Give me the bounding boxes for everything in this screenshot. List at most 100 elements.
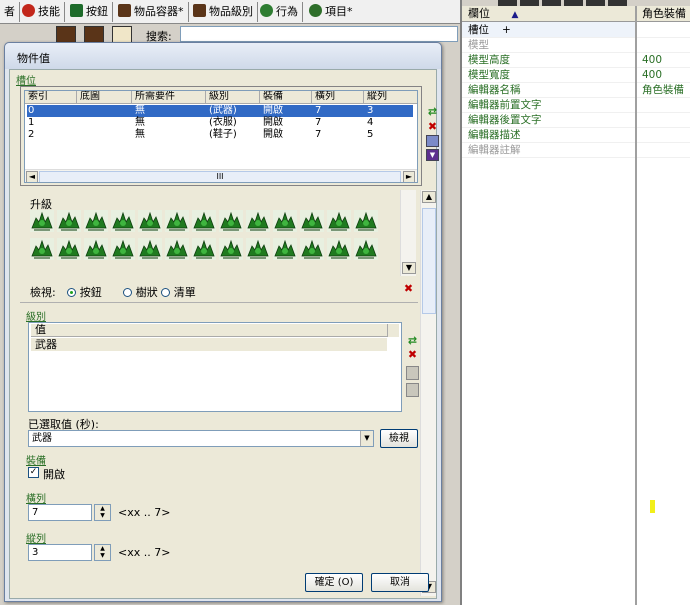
list-item[interactable]: 武器 [31, 338, 387, 351]
grid-cell[interactable]: 開啟 [263, 129, 283, 141]
clear-upgrade-icon[interactable]: ✖ [402, 283, 415, 296]
move-down-icon[interactable]: ▼ [426, 149, 439, 161]
scroll-up-icon[interactable]: ▲ [422, 191, 436, 203]
move-up-icon[interactable] [426, 135, 439, 147]
tab-buttons[interactable]: 按鈕 [66, 2, 113, 22]
value-column-header[interactable]: 角色裝備 [636, 6, 690, 22]
horizontal-scrollbar[interactable]: ◄ III ► [25, 169, 417, 182]
tab-units[interactable]: 者 [0, 2, 20, 22]
add-row-icon[interactable]: ⇄ [426, 106, 439, 119]
property-row[interactable]: 模型高度 400 [462, 53, 690, 68]
scroll-right-icon[interactable]: ► [403, 171, 415, 182]
dragon-upgrade-icon[interactable] [138, 238, 162, 260]
selected-value-combobox[interactable]: 武器 ▼ [28, 430, 374, 447]
delete-value-icon[interactable]: ✖ [406, 349, 419, 362]
column-header[interactable]: 索引 [25, 91, 77, 104]
grid-cell[interactable]: 開啟 [263, 117, 283, 129]
grid-cell[interactable]: (鞋子) [209, 129, 237, 141]
grid-cell[interactable]: (衣服) [209, 117, 237, 129]
upgrade-scrollbar[interactable]: ▼ [400, 190, 416, 276]
tab-behaviors[interactable]: 行為 [256, 2, 303, 22]
chevron-down-icon[interactable]: ▼ [360, 431, 373, 446]
view-button[interactable]: 檢視 [380, 429, 418, 448]
grid-cell[interactable]: 5 [367, 129, 373, 141]
grid-cell[interactable]: 開啟 [263, 105, 283, 117]
grid-cell[interactable]: 7 [315, 117, 321, 129]
move-down-icon[interactable] [406, 383, 419, 397]
grid-cell[interactable]: 無 [135, 129, 145, 141]
grid-cell[interactable]: 7 [315, 129, 321, 141]
dragon-upgrade-icon[interactable] [300, 238, 324, 260]
column-link[interactable]: 縱列 [26, 530, 46, 545]
dragon-upgrade-icon[interactable] [327, 238, 351, 260]
dragon-upgrade-icon[interactable] [273, 238, 297, 260]
list-header[interactable]: 值 [31, 324, 387, 337]
column-header[interactable]: 級別 [206, 91, 260, 104]
property-row[interactable]: 槽位 + [462, 23, 690, 38]
dragon-upgrade-icon[interactable] [246, 238, 270, 260]
class-link[interactable]: 級別 [26, 308, 46, 323]
search-input[interactable] [180, 26, 458, 42]
grid-cell[interactable]: (武器) [209, 105, 237, 117]
dragon-upgrade-icon[interactable] [57, 238, 81, 260]
dragon-upgrade-icon[interactable] [111, 210, 135, 232]
grid-cell[interactable]: 3 [367, 105, 373, 117]
dragon-upgrade-icon[interactable] [273, 210, 297, 232]
grid-cell[interactable]: 4 [367, 117, 373, 129]
property-row[interactable]: 編輯器描述 [462, 128, 690, 143]
move-up-icon[interactable] [406, 366, 419, 380]
scroll-down-icon[interactable]: ▼ [402, 262, 416, 274]
column-splitter[interactable] [635, 6, 637, 605]
grid-cell[interactable]: 無 [135, 117, 145, 129]
grid-cell[interactable]: 1 [28, 117, 34, 129]
tab-item-containers[interactable]: 物品容器* [114, 2, 189, 22]
column-header[interactable]: 底圖 [77, 91, 132, 104]
dragon-upgrade-icon[interactable] [84, 238, 108, 260]
column-spinner[interactable]: ▲ ▼ [94, 544, 111, 561]
tab-item-classes[interactable]: 物品級別 [189, 2, 258, 22]
dragon-upgrade-icon[interactable] [219, 210, 243, 232]
dragon-upgrade-icon[interactable] [246, 210, 270, 232]
row-spinner[interactable]: ▲ ▼ [94, 504, 111, 521]
grid-view-icon[interactable] [56, 26, 76, 43]
property-row[interactable]: 模型寬度 400 [462, 68, 690, 83]
equip-checkbox[interactable]: ✓ [28, 467, 39, 478]
property-row[interactable]: 編輯器名稱 角色裝備 [462, 83, 690, 98]
view-option-list[interactable]: 清單 [161, 286, 196, 299]
property-row[interactable]: 模型 [462, 38, 690, 53]
tree-view-icon[interactable] [84, 26, 104, 43]
tab-items[interactable]: 項目* [305, 2, 357, 22]
dragon-upgrade-icon[interactable] [57, 210, 81, 232]
scroll-left-icon[interactable]: ◄ [26, 171, 38, 182]
delete-row-icon[interactable]: ✖ [426, 121, 439, 134]
dialog-vertical-scrollbar[interactable]: ▲ ▼ [420, 190, 436, 596]
column-input[interactable]: 3 [28, 544, 92, 561]
dragon-upgrade-icon[interactable] [192, 238, 216, 260]
column-header[interactable]: 所需要件 [132, 91, 206, 104]
grid-cell[interactable]: 0 [28, 105, 34, 117]
dragon-upgrade-icon[interactable] [30, 210, 54, 232]
dragon-upgrade-icon[interactable] [111, 238, 135, 260]
dragon-upgrade-icon[interactable] [354, 238, 378, 260]
scroll-thumb[interactable]: III [39, 171, 401, 182]
dragon-upgrade-icon[interactable] [192, 210, 216, 232]
dragon-upgrade-icon[interactable] [354, 210, 378, 232]
column-header[interactable]: 縱列 [364, 91, 417, 104]
grid-cell[interactable]: 2 [28, 129, 34, 141]
scroll-thumb[interactable] [422, 208, 436, 314]
dialog-title-bar[interactable]: 物件值 [5, 43, 441, 69]
field-link[interactable]: 槽位 [16, 72, 36, 87]
dragon-upgrade-icon[interactable] [84, 210, 108, 232]
grid-cell[interactable]: 無 [135, 105, 145, 117]
dragon-upgrade-icon[interactable] [300, 210, 324, 232]
spin-up-icon[interactable]: ▲ [95, 545, 110, 552]
dragon-icon[interactable] [112, 26, 132, 43]
field-column-header[interactable]: 欄位 ▲ [462, 6, 636, 22]
equip-link[interactable]: 裝備 [26, 452, 46, 467]
cancel-button[interactable]: 取消 [371, 573, 429, 592]
dragon-upgrade-icon[interactable] [327, 210, 351, 232]
property-row[interactable]: 編輯器後置文字 [462, 113, 690, 128]
spin-down-icon[interactable]: ▼ [95, 552, 110, 559]
spin-up-icon[interactable]: ▲ [95, 505, 110, 512]
dragon-upgrade-icon[interactable] [165, 210, 189, 232]
